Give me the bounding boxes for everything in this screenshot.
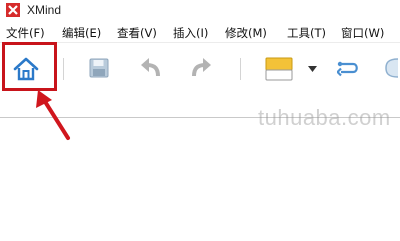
undo-icon[interactable]	[140, 58, 162, 78]
app-title: XMind	[27, 3, 62, 17]
save-icon[interactable]	[88, 57, 110, 79]
menu-modify[interactable]: 修改(M)	[225, 25, 267, 41]
menu-tools[interactable]: 工具(T)	[287, 25, 326, 41]
relationship-icon[interactable]	[337, 56, 361, 80]
red-arrow-annotation	[36, 90, 70, 140]
menu-edit[interactable]: 编辑(E)	[62, 25, 101, 41]
watermark: tuhuaba.com	[258, 105, 391, 130]
title-bar: XMind	[0, 0, 400, 22]
boundary-icon[interactable]	[384, 57, 400, 79]
redo-icon[interactable]	[190, 58, 212, 78]
menu-view[interactable]: 查看(V)	[117, 25, 157, 41]
menu-file[interactable]: 文件(F)	[6, 25, 45, 41]
fill-color-icon[interactable]	[265, 57, 293, 81]
toolbar-separator	[240, 58, 241, 80]
highlight-box	[2, 42, 57, 91]
menu-insert[interactable]: 插入(I)	[173, 25, 208, 41]
dropdown-arrow-icon[interactable]	[308, 66, 317, 72]
menu-window[interactable]: 窗口(W)	[341, 25, 384, 41]
menu-bar: 文件(F) 编辑(E) 查看(V) 插入(I) 修改(M) 工具(T) 窗口(W…	[0, 22, 400, 43]
toolbar-separator	[63, 58, 64, 80]
xmind-logo-icon	[6, 3, 20, 17]
